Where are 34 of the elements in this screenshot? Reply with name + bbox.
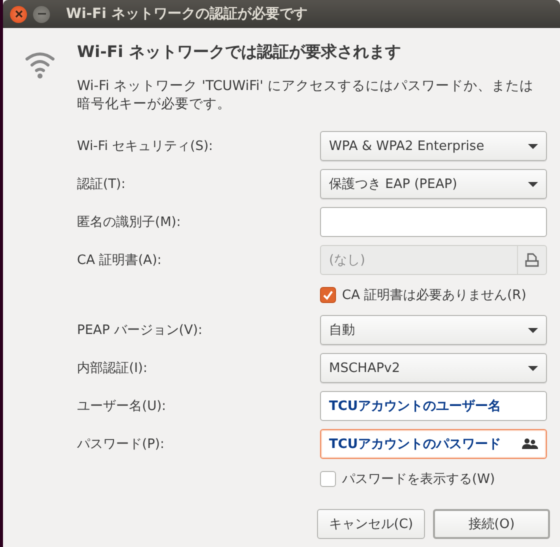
field-label: 匿名の識別子(M): <box>77 214 182 231</box>
dropdown[interactable]: WPA & WPA2 Enterprise <box>320 131 547 161</box>
dropdown[interactable]: 保護つき EAP (PEAP) <box>320 169 547 199</box>
close-icon <box>14 10 22 18</box>
window-title: Wi-Fi ネットワークの認証が必要です <box>66 5 308 23</box>
caret-icon <box>528 328 538 332</box>
input-field[interactable] <box>320 207 547 237</box>
checkbox-label[interactable]: パスワードを表示する(W) <box>342 470 495 488</box>
dropdown[interactable]: 自動 <box>320 315 547 345</box>
connect-button[interactable]: 接続(O) <box>433 509 550 539</box>
field-label: CA 証明書(A): <box>77 252 163 269</box>
caret-icon <box>528 144 538 148</box>
field-label: Wi-Fi セキュリティ(S): <box>77 138 214 155</box>
field-label: パスワード(P): <box>77 436 166 453</box>
dropdown[interactable]: MSCHAPv2 <box>320 353 547 383</box>
field-label: PEAP バージョン(V): <box>77 322 204 339</box>
caret-icon <box>528 366 538 370</box>
checkbox-label[interactable]: CA 証明書は必要ありません(R) <box>342 286 526 304</box>
users-icon[interactable] <box>522 438 538 450</box>
password-field[interactable]: TCUアカウントのパスワード <box>320 429 547 459</box>
field-label: ユーザー名(U): <box>77 398 168 415</box>
checkbox[interactable] <box>320 471 336 487</box>
close-button[interactable] <box>10 6 27 22</box>
minimize-button[interactable] <box>33 6 50 22</box>
checkbox[interactable] <box>320 287 336 303</box>
file-icon <box>525 253 539 267</box>
minimize-icon <box>38 13 46 15</box>
dialog-heading: Wi-Fi ネットワークでは認証が要求されます <box>77 42 402 63</box>
input-field[interactable]: TCUアカウントのユーザー名 <box>320 391 547 421</box>
caret-icon <box>528 182 538 186</box>
cancel-button[interactable]: キャンセル(C) <box>317 509 425 539</box>
field-label: 内部認証(I): <box>77 360 148 377</box>
field-label: 認証(T): <box>77 176 126 193</box>
description-text: Wi-Fi ネットワーク 'TCUWiFi' にアクセスするにはパスワードか、または暗号化キーが必要です。 <box>77 77 535 113</box>
